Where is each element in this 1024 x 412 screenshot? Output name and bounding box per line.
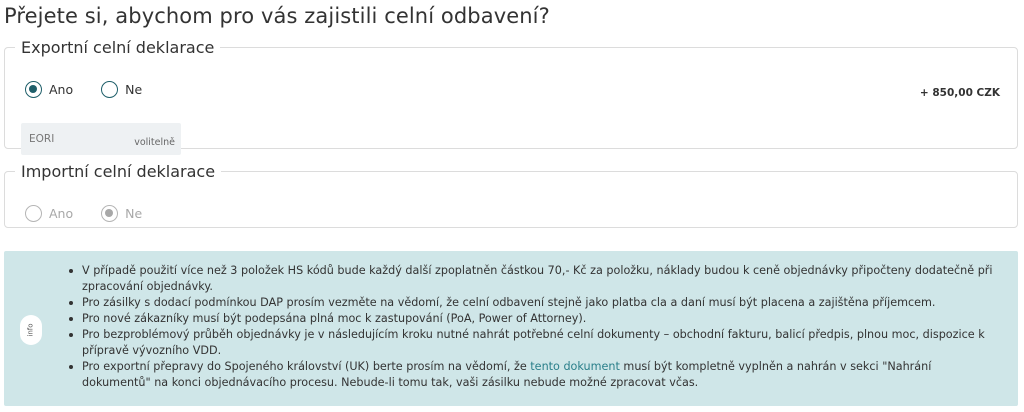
export-radio-group: Ano Ne (25, 81, 170, 98)
info-badge-label: info (26, 323, 35, 337)
export-radio-no-label: Ne (125, 82, 143, 97)
export-declaration-section: Exportní celní deklarace Ano Ne + 850,00… (4, 38, 1018, 155)
import-radio-yes[interactable]: Ano (25, 205, 73, 222)
export-radio-no[interactable]: Ne (101, 81, 142, 98)
page-title: Přejete si, abychom pro vás zajistili ce… (4, 4, 550, 28)
info-text-before-link: Pro exportní přepravy do Spojeného králo… (82, 360, 531, 373)
import-declaration-section: Importní celní deklarace Ano Ne (4, 162, 1018, 228)
export-radio-yes[interactable]: Ano (25, 81, 73, 98)
import-radio-yes-label: Ano (49, 206, 74, 221)
export-price: + 850,00 CZK (919, 87, 1000, 99)
info-list-item: Pro bezproblémový průběh objednávky je v… (66, 327, 996, 359)
import-declaration-legend: Importní celní deklarace (21, 162, 216, 181)
radio-checked-icon[interactable] (25, 81, 42, 98)
info-list-item: V případě použití více než 3 položek HS … (66, 263, 996, 295)
import-radio-no-label: Ne (125, 206, 143, 221)
import-radio-no[interactable]: Ne (101, 205, 142, 222)
radio-checked-icon[interactable] (101, 205, 119, 222)
info-box: info V případě použití více než 3 polože… (4, 251, 1018, 406)
import-radio-group: Ano Ne (25, 205, 170, 222)
export-declaration-legend: Exportní celní deklarace (21, 38, 215, 57)
radio-unchecked-icon[interactable] (25, 205, 42, 222)
document-link[interactable]: tento dokument (530, 360, 620, 373)
eori-input[interactable] (29, 133, 119, 145)
info-list: V případě použití více než 3 položek HS … (66, 263, 996, 391)
eori-optional-label: volitelně (134, 136, 175, 148)
info-badge: info (20, 315, 42, 345)
eori-field[interactable]: volitelně (21, 123, 181, 155)
export-radio-yes-label: Ano (49, 82, 74, 97)
info-list-item: Pro nové zákazníky musí být podepsána pl… (66, 311, 996, 327)
info-list-item: Pro exportní přepravy do Spojeného králo… (66, 359, 996, 391)
radio-unchecked-icon[interactable] (101, 81, 119, 98)
info-list-item: Pro zásilky s dodací podmínkou DAP prosí… (66, 295, 996, 311)
